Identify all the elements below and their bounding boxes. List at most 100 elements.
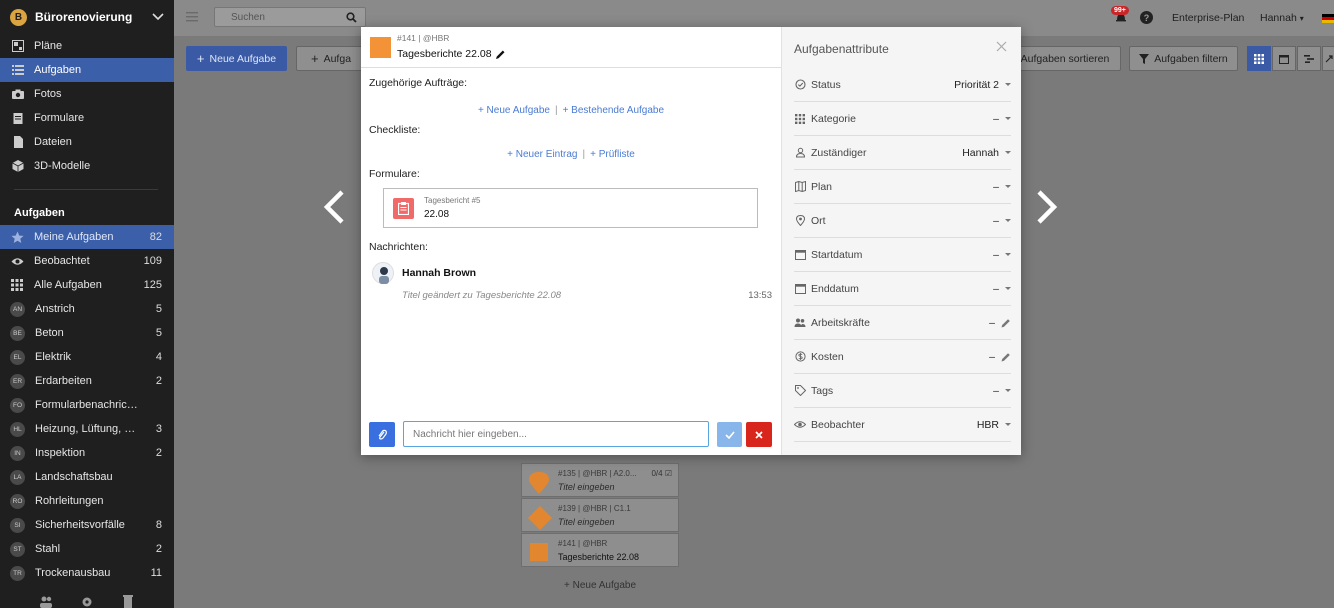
workers-icon xyxy=(794,317,806,329)
settings-icon[interactable] xyxy=(80,594,94,608)
add-existing-task-link[interactable]: + Bestehende Aufgabe xyxy=(563,105,664,116)
user-menu[interactable]: Hannah ▾ xyxy=(1260,12,1304,24)
task-filter-count: 3 xyxy=(155,423,162,435)
caret-down-icon[interactable] xyxy=(1005,287,1011,290)
caret-down-icon[interactable] xyxy=(1005,83,1011,86)
add-task-link[interactable]: + Neue Aufgabe xyxy=(564,580,636,591)
task-filter-item[interactable]: SI Sicherheitsvorfälle 8 xyxy=(0,513,174,537)
menu-icon[interactable] xyxy=(186,12,198,22)
attribute-row-beobachter[interactable]: Beobachter HBR xyxy=(794,408,1011,442)
task-filter-item[interactable]: AN Anstrich 5 xyxy=(0,297,174,321)
task-detail-main: #141 | @HBR Tagesberichte 22.08 Zugehöri… xyxy=(361,27,781,455)
caret-down-icon[interactable] xyxy=(1005,185,1011,188)
caret-down-icon[interactable] xyxy=(1005,219,1011,222)
pencil-icon[interactable] xyxy=(1001,318,1011,328)
task-filter-item[interactable]: Alle Aufgaben 125 xyxy=(0,273,174,297)
filter-tasks-button[interactable]: Aufgaben filtern xyxy=(1129,46,1238,71)
task-filter-item[interactable]: LA Landschaftsbau xyxy=(0,465,174,489)
nav-item-pläne[interactable]: Pläne xyxy=(0,34,174,58)
checklist-actions: + Neuer Eintrag | + Prüfliste xyxy=(361,149,781,160)
task-card[interactable]: #135 | @HBR | A2.0... Titel eingeben 0/4 ☑ xyxy=(521,463,679,497)
task-card[interactable]: #139 | @HBR | C1.1 Titel eingeben xyxy=(521,498,679,532)
task-status-square[interactable] xyxy=(370,37,391,58)
nav-item-fotos[interactable]: Fotos xyxy=(0,82,174,106)
category-badge: EL xyxy=(10,349,25,365)
add-related-task-link[interactable]: + Neue Aufgabe xyxy=(478,105,550,116)
caret-down-icon[interactable] xyxy=(1005,117,1011,120)
attribute-row-tags[interactable]: Tags – xyxy=(794,374,1011,408)
task-title[interactable]: Tagesberichte 22.08 xyxy=(397,48,506,60)
task-filter-item[interactable]: BE Beton 5 xyxy=(0,321,174,345)
project-switcher[interactable]: B Bürorenovierung xyxy=(0,0,174,34)
grid-view-button[interactable] xyxy=(1247,46,1271,71)
attribute-row-ort[interactable]: Ort – xyxy=(794,204,1011,238)
sort-tasks-button[interactable]: Aufgaben sortieren xyxy=(1009,46,1121,71)
attribute-row-kosten[interactable]: Kosten – xyxy=(794,340,1011,374)
attribute-row-status[interactable]: Status Priorität 2 xyxy=(794,68,1011,102)
task-filter-item[interactable]: EL Elektrik 4 xyxy=(0,345,174,369)
send-message-button[interactable] xyxy=(717,422,742,447)
nav-item-formulare[interactable]: Formulare xyxy=(0,106,174,130)
caret-down-icon[interactable] xyxy=(1005,253,1011,256)
task-filter-item[interactable]: HL Heizung, Lüftung, Klima 3 xyxy=(0,417,174,441)
project-logo: B xyxy=(10,8,27,26)
add-checklist-entry-link[interactable]: + Neuer Eintrag xyxy=(507,149,577,160)
filter-label: Aufgaben filtern xyxy=(1154,52,1228,65)
attribute-row-plan[interactable]: Plan – xyxy=(794,170,1011,204)
nav-item-aufgaben[interactable]: Aufgaben xyxy=(0,58,174,82)
task-filter-item[interactable]: Meine Aufgaben 82 xyxy=(0,225,174,249)
pencil-icon[interactable] xyxy=(495,49,506,60)
expand-view-button[interactable] xyxy=(1322,46,1334,71)
message-input[interactable] xyxy=(403,421,709,447)
task-filter-item[interactable]: IN Inspektion 2 xyxy=(0,441,174,465)
help-icon[interactable]: ? xyxy=(1140,11,1153,24)
message-author: Hannah Brown xyxy=(402,267,477,279)
chevron-down-icon[interactable] xyxy=(152,13,164,21)
task-filter-item[interactable]: TR Trockenausbau 11 xyxy=(0,561,174,585)
next-task-arrow-icon[interactable] xyxy=(1033,190,1059,224)
caret-down-icon[interactable] xyxy=(1005,423,1011,426)
pencil-icon[interactable] xyxy=(1001,352,1011,362)
trash-icon[interactable] xyxy=(121,594,135,608)
cost-icon xyxy=(794,351,806,363)
task-filter-item[interactable]: FO Formularbenachrichti... xyxy=(0,393,174,417)
task-filter-list: Meine Aufgaben 82 Beobachtet 109 Alle Aufgab… xyxy=(0,225,174,585)
caret-down-icon[interactable] xyxy=(1005,151,1011,154)
task-filter-label: Inspektion xyxy=(35,447,86,459)
task-filter-item[interactable]: Beobachtet 109 xyxy=(0,249,174,273)
form-card[interactable]: Tagesbericht #5 22.08 xyxy=(383,188,758,228)
task-filter-item[interactable]: RO Rohrleitungen xyxy=(0,489,174,513)
category-badge: AN xyxy=(10,301,25,317)
cancel-message-button[interactable] xyxy=(746,422,772,447)
attribute-row-kategorie[interactable]: Kategorie – xyxy=(794,102,1011,136)
gantt-view-icon xyxy=(1304,54,1314,63)
task-card[interactable]: #141 | @HBR Tagesberichte 22.08 xyxy=(521,533,679,567)
nav-item-dateien[interactable]: Dateien xyxy=(0,130,174,154)
checklist-label: Checkliste: xyxy=(369,124,421,136)
new-task-secondary-button[interactable]: + Aufga xyxy=(296,46,366,71)
nav-item-3d-modelle[interactable]: 3D-Modelle xyxy=(0,154,174,178)
task-filter-item[interactable]: ST Stahl 2 xyxy=(0,537,174,561)
related-tasks-label: Zugehörige Aufträge: xyxy=(369,77,468,89)
attribute-row-enddatum[interactable]: Enddatum – xyxy=(794,272,1011,306)
nav-item-label: Dateien xyxy=(34,136,72,148)
new-task-button[interactable]: + Neue Aufgabe xyxy=(186,46,287,71)
attribute-row-arbeitskräfte[interactable]: Arbeitskräfte – xyxy=(794,306,1011,340)
caret-down-icon[interactable] xyxy=(1005,389,1011,392)
search-icon[interactable] xyxy=(346,12,357,23)
close-icon[interactable] xyxy=(996,41,1007,52)
calendar-view-button[interactable] xyxy=(1272,46,1296,71)
users-icon[interactable] xyxy=(39,594,53,608)
language-flag-icon[interactable] xyxy=(1322,14,1334,23)
gantt-view-button[interactable] xyxy=(1297,46,1321,71)
plan-label[interactable]: Enterprise-Plan xyxy=(1172,12,1244,24)
attribute-row-startdatum[interactable]: Startdatum – xyxy=(794,238,1011,272)
search-input[interactable]: Suchen xyxy=(214,7,366,27)
task-filter-item[interactable]: ER Erdarbeiten 2 xyxy=(0,369,174,393)
add-checklist-link[interactable]: + Prüfliste xyxy=(590,149,635,160)
tasks-section-title: Aufgaben xyxy=(14,207,65,219)
attach-button[interactable] xyxy=(369,422,395,447)
task-card-meta: #141 | @HBR xyxy=(558,539,608,548)
attribute-row-zuständiger[interactable]: Zuständiger Hannah xyxy=(794,136,1011,170)
previous-task-arrow-icon[interactable] xyxy=(322,190,348,224)
